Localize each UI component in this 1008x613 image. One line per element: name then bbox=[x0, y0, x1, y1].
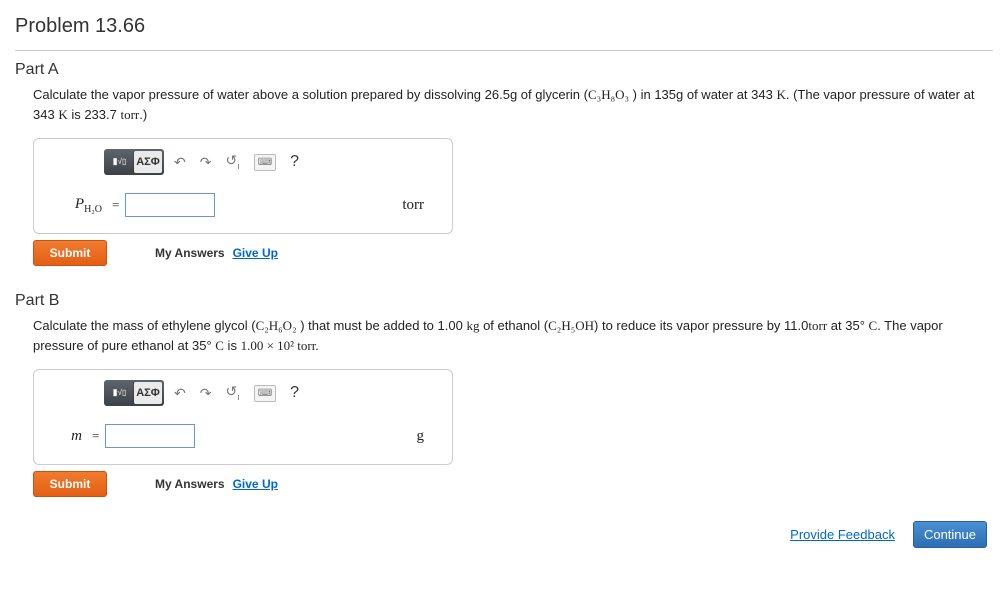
part-a-body: Calculate the vapor pressure of water ab… bbox=[15, 85, 993, 266]
equals-sign: = bbox=[112, 195, 119, 215]
part-b-body: Calculate the mass of ethylene glycol (C… bbox=[15, 316, 993, 497]
part-b-title: Part B bbox=[15, 292, 993, 310]
templates-icon[interactable]: ▮√▯ bbox=[106, 151, 134, 173]
part-a-variable-label: PH₂O bbox=[54, 193, 102, 217]
part-b-my-answers: My Answers bbox=[155, 475, 225, 493]
help-icon[interactable]: ? bbox=[290, 150, 299, 174]
part-b-text: Calculate the mass of ethylene glycol (C… bbox=[33, 318, 943, 353]
part-b-toolbar: ▮√▯ ΑΣΦ ↶ ↷ ↺ı ⌨ ? bbox=[104, 380, 442, 406]
keyboard-icon[interactable]: ⌨ bbox=[254, 154, 276, 171]
unit-c: C bbox=[215, 338, 224, 353]
sci-value: 1.00 × 10² bbox=[241, 338, 294, 353]
text: .) bbox=[139, 107, 147, 122]
part-a-give-up-link[interactable]: Give Up bbox=[233, 244, 278, 262]
part-a-answer-box: ▮√▯ ΑΣΦ ↶ ↷ ↺ı ⌨ ? PH₂O = torr bbox=[33, 138, 453, 234]
text: torr. bbox=[294, 338, 319, 353]
problem-title: Problem 13.66 bbox=[15, 10, 993, 48]
reset-icon[interactable]: ↺ı bbox=[225, 381, 239, 404]
continue-button[interactable]: Continue bbox=[913, 521, 987, 548]
part-a-title: Part A bbox=[15, 61, 993, 79]
separator bbox=[15, 50, 993, 51]
part-a-submit-row: Submit My Answers Give Up bbox=[33, 240, 993, 266]
reset-icon[interactable]: ↺ı bbox=[225, 150, 239, 173]
part-a-text: Calculate the vapor pressure of water ab… bbox=[33, 87, 974, 122]
part-a-unit: torr bbox=[402, 194, 432, 217]
part-b-give-up-link[interactable]: Give Up bbox=[233, 475, 278, 493]
text: at 35° bbox=[827, 318, 868, 333]
templates-icon[interactable]: ▮√▯ bbox=[106, 382, 134, 404]
equals-sign: = bbox=[92, 426, 99, 446]
unit-k: K bbox=[58, 107, 67, 122]
unit-kg: kg bbox=[466, 318, 479, 333]
undo-icon[interactable]: ↶ bbox=[174, 383, 186, 404]
formula-glycerin: C₃H₈O₃ bbox=[588, 87, 629, 102]
text: is bbox=[224, 338, 241, 353]
redo-icon[interactable]: ↷ bbox=[200, 383, 212, 404]
provide-feedback-link[interactable]: Provide Feedback bbox=[790, 527, 895, 542]
text: of ethanol ( bbox=[479, 318, 548, 333]
greek-symbols-button[interactable]: ΑΣΦ bbox=[134, 151, 162, 173]
part-b-variable-label: m bbox=[54, 425, 82, 448]
text: ) that must be added to 1.00 bbox=[297, 318, 467, 333]
unit-k: K bbox=[776, 87, 785, 102]
part-a-my-answers: My Answers bbox=[155, 244, 225, 262]
part-b-submit-button[interactable]: Submit bbox=[33, 471, 107, 497]
keyboard-icon[interactable]: ⌨ bbox=[254, 385, 276, 402]
part-a-input-row: PH₂O = torr bbox=[44, 187, 442, 223]
part-b-answer-input[interactable] bbox=[105, 424, 195, 448]
part-a-submit-button[interactable]: Submit bbox=[33, 240, 107, 266]
free-tools: ↶ ↷ ↺ı ⌨ ? bbox=[174, 381, 299, 405]
greek-symbols-button[interactable]: ΑΣΦ bbox=[134, 382, 162, 404]
text: is 233.7 bbox=[68, 107, 121, 122]
tool-group: ▮√▯ ΑΣΦ bbox=[104, 380, 164, 406]
part-b-input-row: m = g bbox=[44, 418, 442, 454]
formula-ethanol: C₂H₅OH bbox=[548, 318, 594, 333]
redo-icon[interactable]: ↷ bbox=[200, 152, 212, 173]
formula-glycol: C₂H₆O₂ bbox=[256, 318, 297, 333]
free-tools: ↶ ↷ ↺ı ⌨ ? bbox=[174, 150, 299, 174]
part-b-answer-box: ▮√▯ ΑΣΦ ↶ ↷ ↺ı ⌨ ? m = g bbox=[33, 369, 453, 465]
text: Calculate the vapor pressure of water ab… bbox=[33, 87, 588, 102]
part-a-toolbar: ▮√▯ ΑΣΦ ↶ ↷ ↺ı ⌨ ? bbox=[104, 149, 442, 175]
unit-c: C bbox=[869, 318, 878, 333]
undo-icon[interactable]: ↶ bbox=[174, 152, 186, 173]
unit-torr: torr bbox=[120, 107, 139, 122]
unit-torr: torr bbox=[808, 318, 827, 333]
part-a-answer-input[interactable] bbox=[125, 193, 215, 217]
var-sub-h2o: H₂O bbox=[84, 204, 102, 215]
text: ) to reduce its vapor pressure by 11.0 bbox=[594, 318, 808, 333]
help-icon[interactable]: ? bbox=[290, 381, 299, 405]
var-p: P bbox=[75, 196, 84, 212]
text: Calculate the mass of ethylene glycol ( bbox=[33, 318, 256, 333]
part-b-unit: g bbox=[417, 425, 433, 448]
footer-row: Provide Feedback Continue bbox=[15, 521, 993, 548]
tool-group: ▮√▯ ΑΣΦ bbox=[104, 149, 164, 175]
text: ) in 135g of water at 343 bbox=[629, 87, 776, 102]
part-b-submit-row: Submit My Answers Give Up bbox=[33, 471, 993, 497]
